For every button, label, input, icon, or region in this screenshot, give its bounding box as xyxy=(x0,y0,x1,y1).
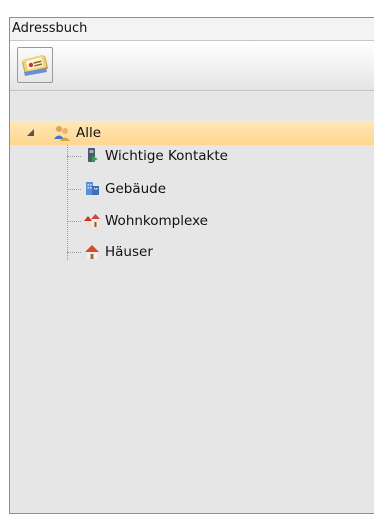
toolbar xyxy=(10,41,374,91)
building-icon xyxy=(86,182,99,195)
people-icon xyxy=(54,126,70,141)
tree-item-alle[interactable]: Alle xyxy=(10,121,374,145)
housing-complex-icon xyxy=(84,214,100,227)
panel-title: Adressbuch xyxy=(10,18,374,41)
tree-item-wichtige-kontakte[interactable]: Wichtige Kontakte xyxy=(10,144,374,168)
tree-item-gebaeude[interactable]: Gebäude xyxy=(10,177,374,201)
tree-item-label: Wichtige Kontakte xyxy=(105,148,228,164)
tree-item-label: Gebäude xyxy=(105,181,167,197)
tree-item-label: Häuser xyxy=(105,244,153,260)
collapse-arrow-icon[interactable] xyxy=(27,129,34,136)
address-book-icon xyxy=(22,55,48,76)
address-book-panel: Adressbuch Alle Wichtige Kontakte Gebäud… xyxy=(9,17,374,514)
tree-item-wohnkomplexe[interactable]: Wohnkomplexe xyxy=(10,209,374,233)
tree-item-label: Alle xyxy=(76,125,102,141)
important-contacts-icon xyxy=(88,148,98,162)
tree-item-haeuser[interactable]: Häuser xyxy=(10,240,374,264)
tree-item-label: Wohnkomplexe xyxy=(105,213,208,229)
contacts-tree: Alle Wichtige Kontakte Gebäude Wohnkompl… xyxy=(10,91,374,513)
house-icon xyxy=(85,245,99,259)
address-book-button[interactable] xyxy=(17,47,53,83)
